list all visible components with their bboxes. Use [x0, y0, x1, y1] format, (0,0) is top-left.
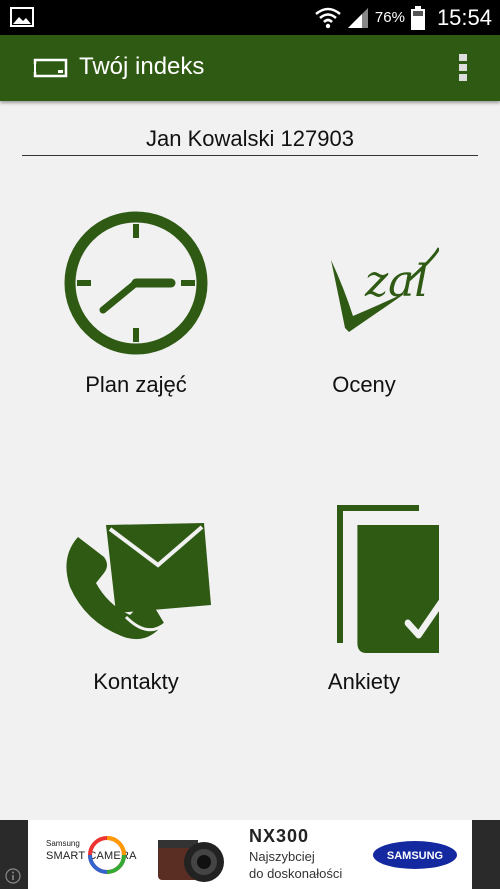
ad-brand-small: Samsung: [46, 839, 80, 848]
ad-content[interactable]: Samsung SMART CAMERA NX300 Najszybciej d…: [28, 820, 472, 889]
ring-logo-icon: [88, 836, 126, 874]
zal-text: zal: [364, 256, 429, 307]
ad-banner[interactable]: Samsung SMART CAMERA NX300 Najszybciej d…: [0, 820, 500, 889]
tile-kontakty[interactable]: Kontakty: [21, 505, 251, 705]
id-card-icon[interactable]: [33, 57, 69, 79]
svg-text:SAMSUNG: SAMSUNG: [387, 850, 443, 862]
battery-percent: 76%: [374, 9, 405, 26]
phone-envelope-icon: [66, 523, 211, 640]
survey-check-icon: [337, 505, 439, 653]
ad-tagline-1: Najszybciej: [249, 849, 315, 864]
status-bar: 76% 15:54: [0, 0, 500, 35]
page-title: Twój indeks: [79, 53, 205, 80]
tile-ankiety[interactable]: Ankiety: [249, 505, 479, 705]
signal-icon: [347, 7, 368, 28]
tile-label: Kontakty: [93, 669, 179, 694]
wifi-icon: [315, 7, 341, 28]
tile-plan-zajec[interactable]: Plan zajęć: [21, 208, 251, 408]
divider: [22, 155, 478, 156]
tile-oceny[interactable]: zal Oceny: [249, 208, 479, 408]
user-name-and-index: Jan Kowalski 127903: [146, 126, 354, 151]
tile-label: Oceny: [332, 372, 396, 397]
clock-icon: [64, 211, 208, 355]
overflow-menu-icon[interactable]: [456, 52, 470, 84]
tile-label: Ankiety: [327, 669, 401, 694]
samsung-logo: SAMSUNG: [373, 841, 457, 869]
camera-icon: [158, 840, 224, 882]
app-bar: Twój indeks: [0, 35, 500, 101]
info-icon[interactable]: [5, 868, 21, 884]
grade-zal-icon: zal: [331, 247, 439, 332]
gallery-icon: [10, 7, 34, 27]
ad-tagline-2: do doskonałości: [249, 866, 343, 881]
battery-icon: [410, 5, 425, 30]
clock-time: 15:54: [436, 4, 492, 30]
tile-label: Plan zajęć: [85, 372, 187, 397]
ad-product-name: NX300: [249, 826, 310, 846]
